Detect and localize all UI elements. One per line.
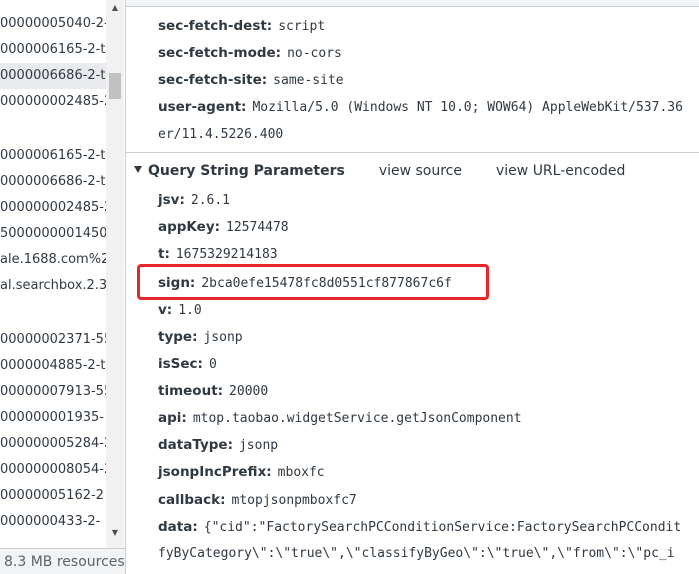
request-row[interactable]: 0000004885-2-tp xyxy=(0,353,106,379)
query-param-row: v: 1.0 xyxy=(158,297,202,324)
param-value: 0 xyxy=(208,357,217,372)
header-key: sec-fetch-dest: xyxy=(158,18,273,34)
param-key: isSec: xyxy=(158,356,203,372)
request-list-panel: 00000005040-2- 0000006165-2-t 0000006686-2… xyxy=(0,0,126,574)
param-value: mtop.taobao.widgetService.getJsonCompone… xyxy=(192,411,522,426)
query-param-row: jsonpIncPrefix: mboxfc xyxy=(158,459,325,486)
header-value: er/11.4.5226.400 xyxy=(158,127,284,142)
query-param-row: appKey: 12574478 xyxy=(158,214,289,241)
request-row[interactable]: 0000006686-2-t xyxy=(0,63,106,89)
scroll-down-arrow-icon[interactable]: ▼ xyxy=(106,525,124,541)
request-row[interactable]: 000000002485-2 xyxy=(0,195,106,221)
section-title: Query String Parameters xyxy=(148,163,345,179)
param-key: timeout: xyxy=(158,383,224,399)
view-url-encoded-link[interactable]: view URL-encoded xyxy=(496,163,625,179)
request-row[interactable]: 0000000433-2- xyxy=(0,509,106,535)
request-row[interactable]: 000000008054-2 xyxy=(0,457,106,483)
query-param-row: jsv: 2.6.1 xyxy=(158,187,230,214)
request-row[interactable]: 5000000001450- xyxy=(0,221,106,247)
view-source-link[interactable]: view source xyxy=(379,163,462,179)
header-row: sec-fetch-dest: script xyxy=(158,13,325,40)
header-key: sec-fetch-mode: xyxy=(158,45,282,61)
request-row[interactable]: 00000002371-55 xyxy=(0,327,106,353)
query-param-row: api: mtop.taobao.widgetService.getJsonCom… xyxy=(158,405,522,432)
request-list-scrollbar[interactable]: ▲ ▼ xyxy=(106,0,124,548)
param-key: jsv: xyxy=(158,192,185,208)
request-row[interactable] xyxy=(0,117,106,143)
header-row: sec-fetch-mode: no-cors xyxy=(158,40,342,67)
resources-size: 8.3 MB resources xyxy=(4,554,125,570)
header-key: user-agent: xyxy=(158,99,247,115)
tab-strip-edge xyxy=(126,0,699,7)
request-row[interactable]: 000000005284-2 xyxy=(0,431,106,457)
param-key: jsonpIncPrefix: xyxy=(158,464,272,480)
request-row[interactable]: 0000006165-2-t xyxy=(0,143,106,169)
param-key: type: xyxy=(158,329,198,345)
query-param-row: callback: mtopjsonpmboxfc7 xyxy=(158,487,357,514)
header-key: sec-fetch-site: xyxy=(158,72,268,88)
request-row[interactable]: ale.1688.com%2 xyxy=(0,247,106,273)
param-key: callback: xyxy=(158,492,226,508)
query-param-row: timeout: 20000 xyxy=(158,378,268,405)
param-value: jsonp xyxy=(203,330,243,345)
query-param-row: isSec: 0 xyxy=(158,351,217,378)
request-row[interactable]: 00000007913-55 xyxy=(0,379,106,405)
param-key: dataType: xyxy=(158,437,233,453)
param-key: v: xyxy=(158,302,173,318)
scrollbar-thumb[interactable] xyxy=(109,73,121,99)
query-string-section-header[interactable]: Query String Parameters view source view U… xyxy=(134,157,625,185)
sign-highlight-box xyxy=(137,264,489,300)
header-row: er/11.4.5226.400 xyxy=(158,121,283,148)
query-param-row: fyByCategory\":\"true\",\"classifyByGeo\… xyxy=(158,540,675,567)
param-key: appKey: xyxy=(158,219,221,235)
request-row[interactable]: 00000005040-2- xyxy=(0,11,106,37)
request-row[interactable]: 00000005162-2 xyxy=(0,483,106,509)
request-row[interactable]: 000000002485-2 xyxy=(0,89,106,115)
query-param-row: type: jsonp xyxy=(158,324,243,351)
query-param-row: dataType: jsonp xyxy=(158,432,278,459)
header-value: Mozilla/5.0 (Windows NT 10.0; WOW64) App… xyxy=(252,100,683,115)
header-value: script xyxy=(278,19,326,34)
section-divider xyxy=(126,152,699,153)
param-value: fyByCategory\":\"true\",\"classifyByGeo\… xyxy=(158,546,675,561)
param-key: data: xyxy=(158,519,198,535)
query-param-row: data: {"cid":"FactorySearchPCConditionSer… xyxy=(158,514,681,541)
request-row[interactable]: al.searchbox.2.3 xyxy=(0,273,106,299)
request-row[interactable]: 0000006165-2-t xyxy=(0,37,106,63)
param-value: 1675329214183 xyxy=(175,247,278,262)
scroll-up-arrow-icon[interactable]: ▲ xyxy=(106,0,124,16)
param-value: {"cid":"FactorySearchPCConditionService:… xyxy=(203,520,682,535)
param-value: mtopjsonpmboxfc7 xyxy=(231,493,357,508)
param-value: jsonp xyxy=(238,438,279,453)
expand-triangle-icon[interactable] xyxy=(134,165,142,173)
header-row: user-agent: Mozilla/5.0 (Windows NT 10.0;… xyxy=(158,94,683,121)
request-row[interactable]: 0000006686-2-t xyxy=(0,169,106,195)
param-value: 20000 xyxy=(229,384,269,399)
param-value: 2.6.1 xyxy=(190,193,231,208)
param-value: 12574478 xyxy=(226,220,289,235)
param-value: 1.0 xyxy=(178,303,202,318)
request-row[interactable]: 000000001935- xyxy=(0,405,106,431)
header-value: no-cors xyxy=(287,46,342,61)
param-key: api: xyxy=(158,410,187,426)
request-row[interactable] xyxy=(0,300,106,326)
header-row: sec-fetch-site: same-site xyxy=(158,67,344,94)
param-value: mboxfc xyxy=(277,465,325,480)
param-key: t: xyxy=(158,246,170,262)
header-value: same-site xyxy=(273,73,344,88)
status-bar: 8.3 MB resources xyxy=(0,548,125,574)
